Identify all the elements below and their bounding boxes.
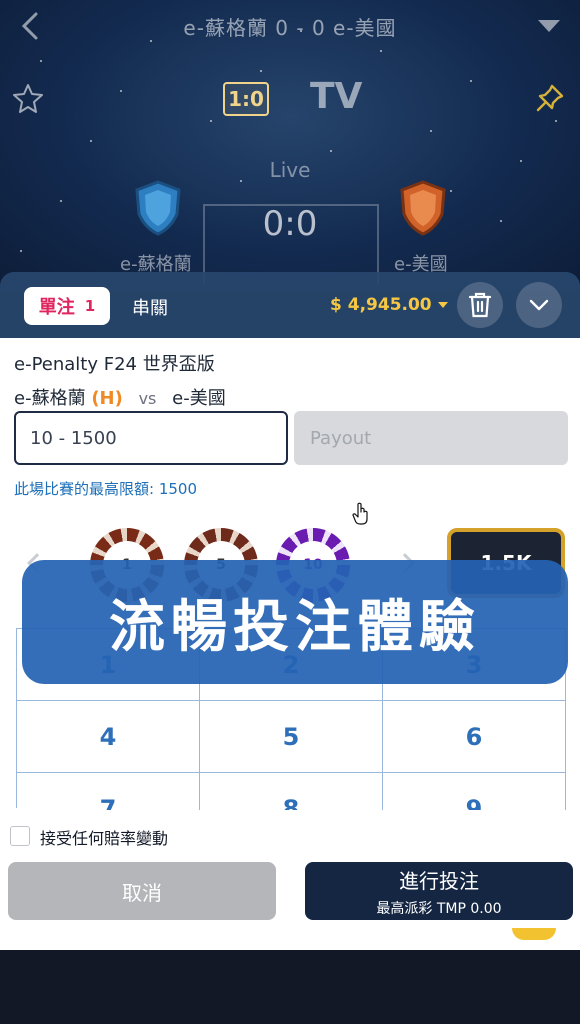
single-bet-count: 1 (84, 297, 96, 315)
wallet-balance[interactable]: $ 4,945.00 (330, 295, 448, 315)
vs-label: vs (138, 389, 157, 408)
promo-banner: 流暢投注體驗 (22, 560, 568, 684)
away-team-shield-icon (400, 180, 446, 236)
trash-icon (468, 292, 492, 318)
max-limit-text: 此場比賽的最高限額: 1500 (14, 480, 197, 498)
key-4[interactable]: 4 (17, 701, 200, 773)
league-name: e-Penalty F24 世界盃版 (14, 354, 215, 375)
accept-odds-label[interactable]: 接受任何賠率變動 (40, 825, 168, 849)
hand-cursor-icon (352, 502, 368, 525)
accept-odds-checkbox[interactable] (10, 826, 30, 846)
fixture: e-蘇格蘭 (H) vs e-美國 (14, 384, 226, 410)
accept-odds-row: 接受任何賠率變動 (0, 810, 580, 860)
match-dropdown-icon[interactable] (538, 20, 560, 32)
bottom-bar (0, 950, 580, 1024)
video-controls-row: 1:0 TV (0, 72, 580, 128)
favorite-star-icon[interactable] (12, 82, 44, 114)
home-team-shield-icon (135, 180, 181, 236)
payout-field: Payout (294, 411, 568, 465)
live-label: Live (269, 158, 311, 182)
tab-single-bet[interactable]: 單注 1 (24, 287, 110, 325)
stake-input[interactable] (14, 411, 288, 465)
balance-caret-icon (437, 302, 448, 308)
top-bar: e-蘇格蘭 0 - 0 e-美國 (0, 0, 580, 52)
coin-icon (512, 928, 556, 940)
single-bet-label: 單注 (38, 297, 75, 318)
fixture-away-team: e-美國 (172, 388, 226, 409)
pin-icon[interactable] (534, 82, 566, 114)
match-video-area: e-蘇格蘭 0 - 0 e-美國 1:0 TV Live 0:0 e-蘇格蘭 e… (0, 0, 580, 290)
balance-amount: $ 4,945.00 (330, 295, 432, 315)
fixture-home-team: e-蘇格蘭 (14, 388, 86, 409)
place-bet-button[interactable]: 進行投注 最高派彩 TMP 0.00 (305, 862, 573, 920)
chevron-down-icon (529, 299, 549, 311)
key-6[interactable]: 6 (383, 701, 566, 773)
back-arrow-icon[interactable] (18, 12, 42, 40)
tab-parlay[interactable]: 串關 (132, 294, 168, 320)
place-bet-label: 進行投注 (399, 868, 479, 893)
cancel-button[interactable]: 取消 (8, 862, 276, 920)
scoreboard-toggle[interactable]: 1:0 (223, 82, 269, 116)
tv-toggle[interactable]: TV (310, 76, 362, 117)
home-marker: (H) (91, 388, 123, 409)
key-5[interactable]: 5 (200, 701, 383, 773)
clear-betslip-button[interactable] (457, 282, 503, 328)
betslip-header: 單注 1 串關 $ 4,945.00 (0, 272, 580, 338)
match-title[interactable]: e-蘇格蘭 0 - 0 e-美國 (183, 12, 396, 41)
max-payout-label: 最高派彩 TMP 0.00 (376, 900, 502, 917)
live-score: 0:0 (262, 204, 318, 244)
bottom-strip (0, 930, 580, 950)
collapse-betslip-button[interactable] (516, 282, 562, 328)
